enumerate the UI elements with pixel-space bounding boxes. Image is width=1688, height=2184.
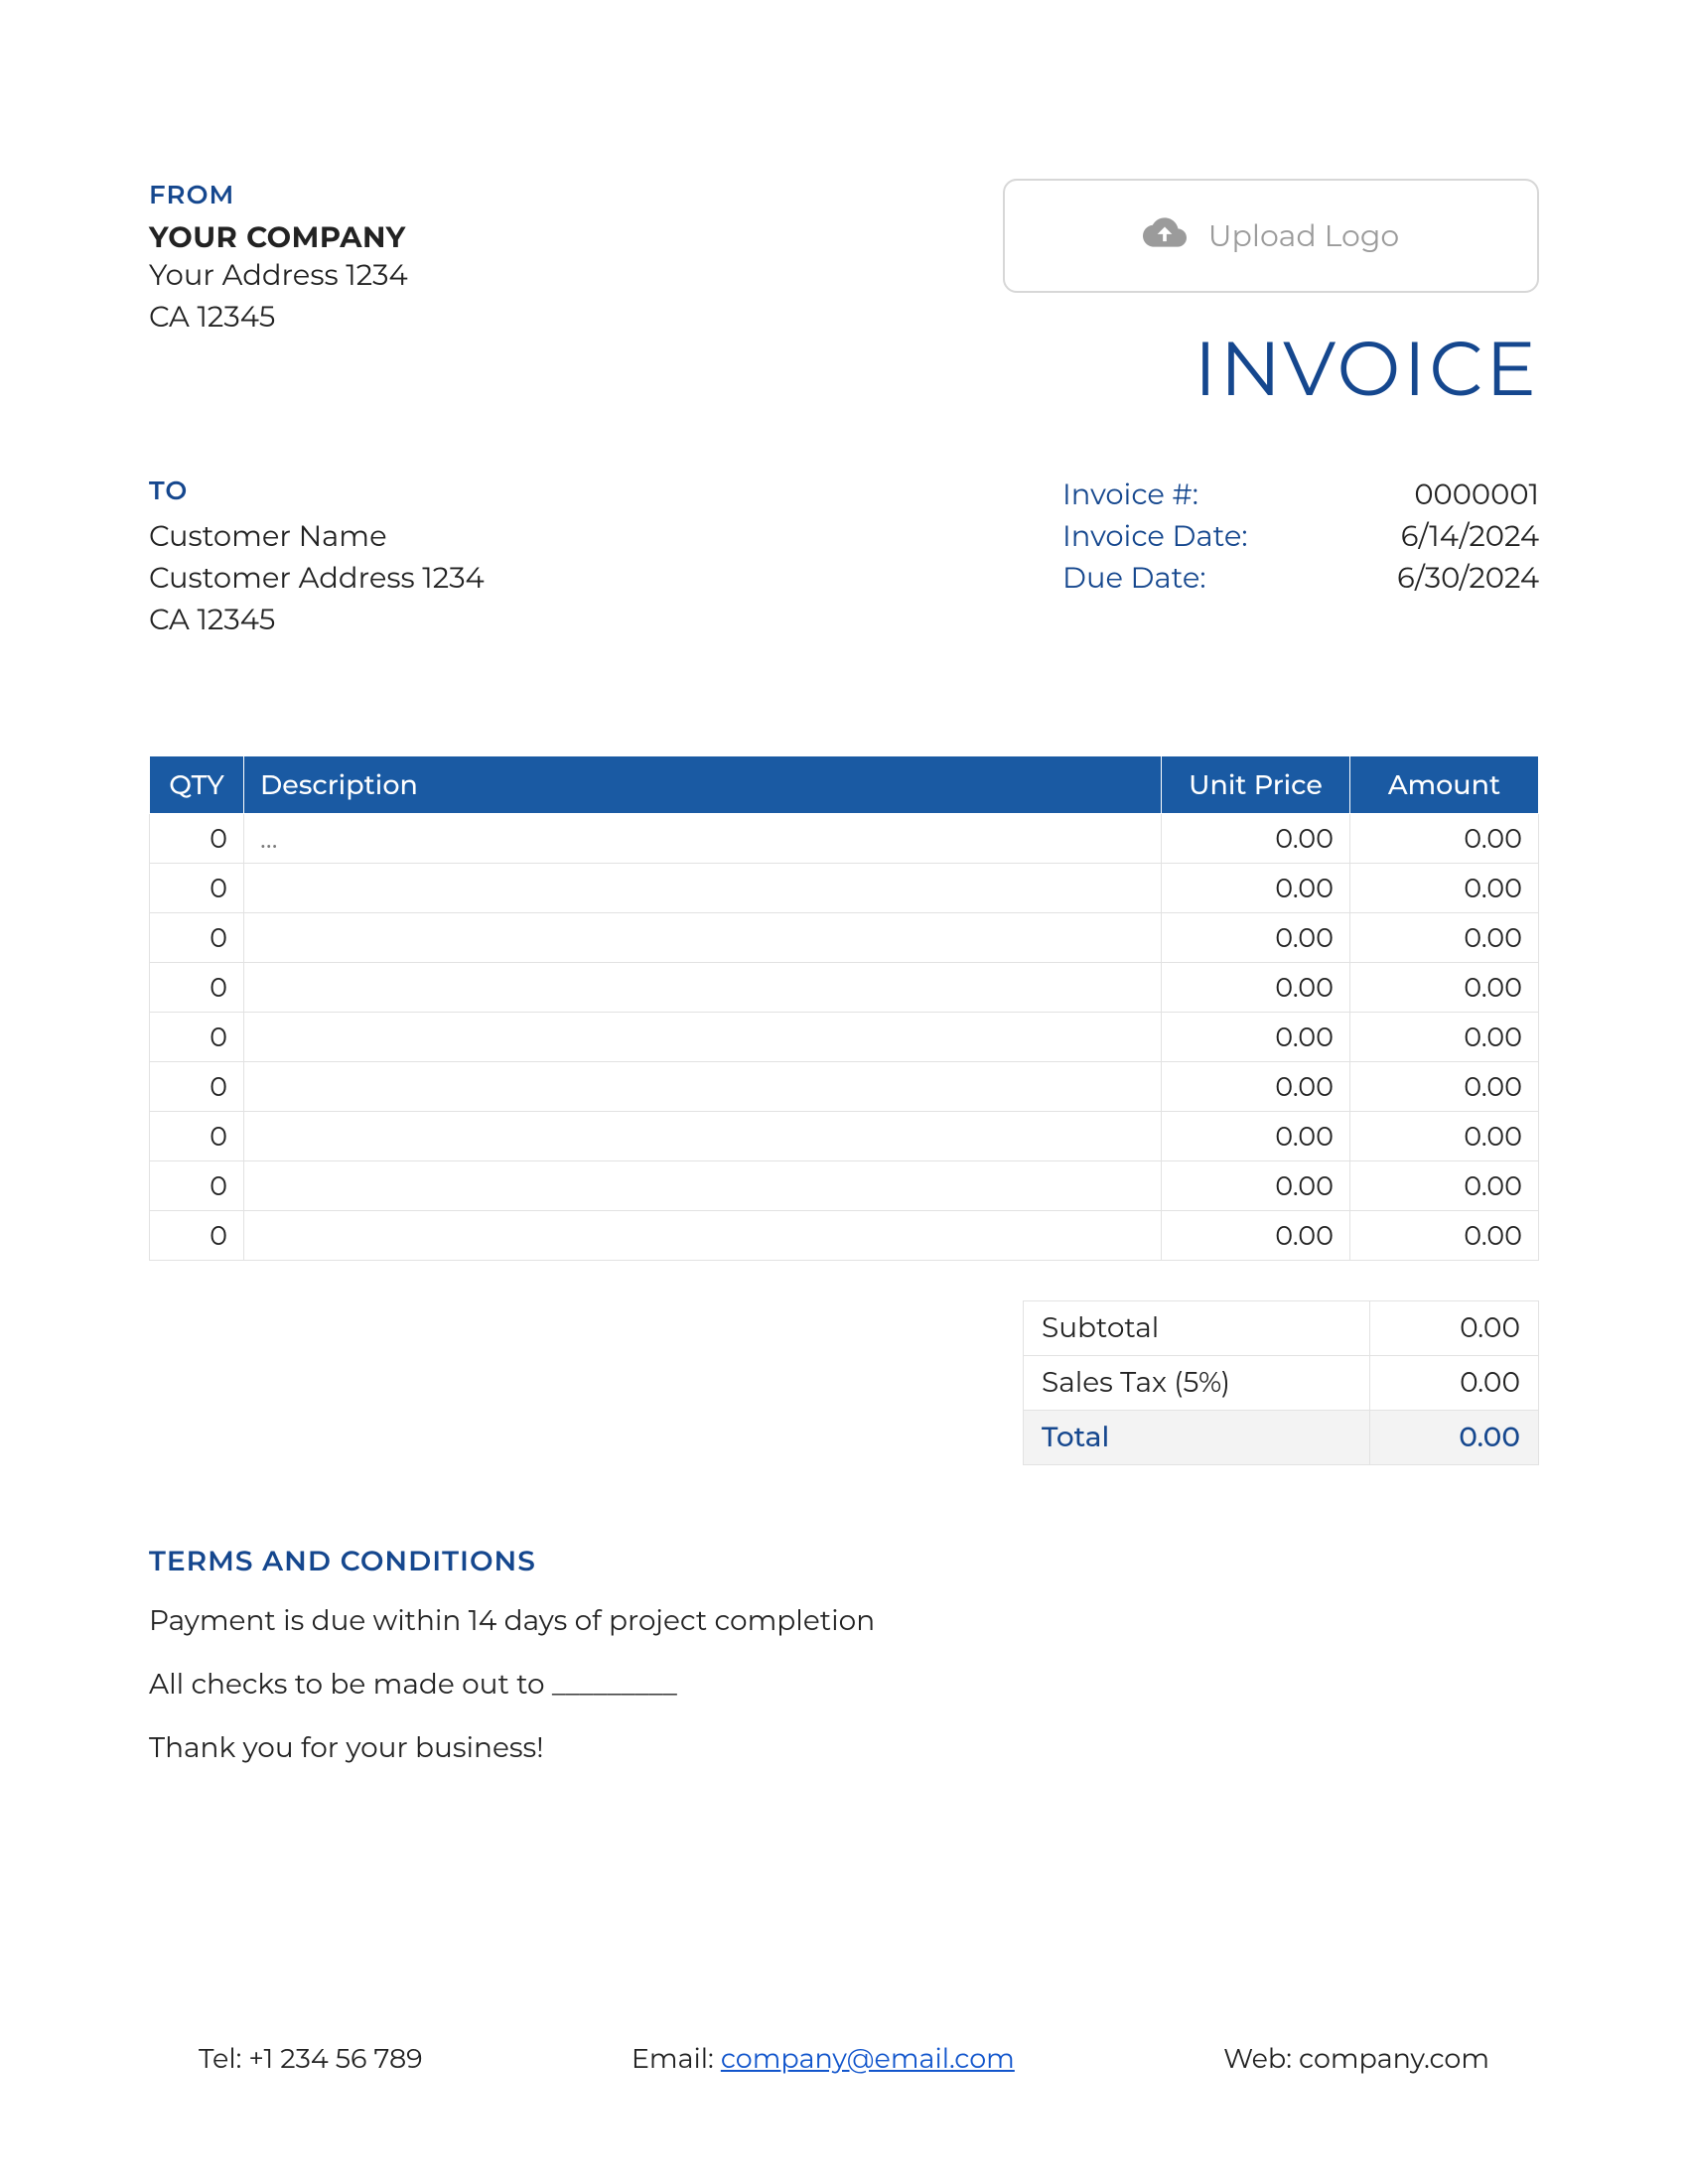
due-date-label: Due Date: — [1062, 558, 1206, 600]
col-header-amount: Amount — [1350, 756, 1539, 814]
cell-unit-price: 0.00 — [1162, 1112, 1350, 1161]
table-row: 0 0.000.00 — [150, 864, 1539, 913]
cell-description: … — [244, 814, 1162, 864]
terms-label: TERMS AND CONDITIONS — [149, 1545, 1539, 1578]
footer-email-label: Email: — [632, 2042, 721, 2075]
cell-description — [244, 1161, 1162, 1211]
cell-qty: 0 — [150, 1013, 244, 1062]
table-row: 0 0.000.00 — [150, 913, 1539, 963]
table-row: 0 0.000.00 — [150, 1161, 1539, 1211]
upload-logo-button[interactable]: Upload Logo — [1003, 179, 1539, 293]
table-row: 0…0.000.00 — [150, 814, 1539, 864]
from-company: YOUR COMPANY — [149, 220, 408, 255]
cell-description — [244, 1112, 1162, 1161]
col-header-unit-price: Unit Price — [1162, 756, 1350, 814]
from-address: Your Address 1234 — [149, 255, 408, 297]
cell-unit-price: 0.00 — [1162, 814, 1350, 864]
totals-table: Subtotal 0.00 Sales Tax (5%) 0.00 Total … — [1023, 1300, 1539, 1465]
due-date-value: 6/30/2024 — [1397, 558, 1539, 600]
invoice-meta: Invoice #: 0000001 Invoice Date: 6/14/20… — [1062, 475, 1539, 641]
from-label: FROM — [149, 179, 408, 210]
total-label: Total — [1024, 1411, 1370, 1465]
to-name: Customer Name — [149, 516, 485, 558]
table-row: 0 0.000.00 — [150, 1013, 1539, 1062]
footer-email: Email: company@email.com — [632, 2042, 1015, 2075]
table-row: 0 0.000.00 — [150, 1112, 1539, 1161]
terms-line-1: Payment is due within 14 days of project… — [149, 1600, 1539, 1642]
cell-qty: 0 — [150, 1062, 244, 1112]
cell-amount: 0.00 — [1350, 864, 1539, 913]
cell-amount: 0.00 — [1350, 963, 1539, 1013]
cell-description — [244, 963, 1162, 1013]
line-items-table: QTY Description Unit Price Amount 0…0.00… — [149, 755, 1539, 1261]
cell-unit-price: 0.00 — [1162, 1211, 1350, 1261]
invoice-number-value: 0000001 — [1414, 475, 1539, 516]
cell-qty: 0 — [150, 814, 244, 864]
terms-block: TERMS AND CONDITIONS Payment is due with… — [149, 1545, 1539, 1769]
cell-unit-price: 0.00 — [1162, 963, 1350, 1013]
cell-unit-price: 0.00 — [1162, 1062, 1350, 1112]
terms-line-3: Thank you for your business! — [149, 1727, 1539, 1769]
cell-unit-price: 0.00 — [1162, 1161, 1350, 1211]
to-address: Customer Address 1234 — [149, 558, 485, 600]
footer-tel: Tel: +1 234 56 789 — [199, 2042, 423, 2075]
cell-description — [244, 1013, 1162, 1062]
footer-email-link[interactable]: company@email.com — [721, 2042, 1015, 2075]
terms-line-2: All checks to be made out to _________ — [149, 1664, 1539, 1706]
table-row: 0 0.000.00 — [150, 1062, 1539, 1112]
cell-qty: 0 — [150, 1211, 244, 1261]
cell-qty: 0 — [150, 864, 244, 913]
invoice-date-value: 6/14/2024 — [1401, 516, 1539, 558]
to-city: CA 12345 — [149, 600, 485, 641]
footer-web-value: company.com — [1299, 2042, 1489, 2075]
footer: Tel: +1 234 56 789 Email: company@email.… — [149, 2042, 1539, 2075]
cell-amount: 0.00 — [1350, 913, 1539, 963]
to-label: TO — [149, 475, 485, 506]
cell-amount: 0.00 — [1350, 1013, 1539, 1062]
cell-qty: 0 — [150, 963, 244, 1013]
document-title: INVOICE — [1003, 323, 1539, 415]
cell-amount: 0.00 — [1350, 1161, 1539, 1211]
col-header-qty: QTY — [150, 756, 244, 814]
cell-description — [244, 913, 1162, 963]
cell-description — [244, 1211, 1162, 1261]
cell-unit-price: 0.00 — [1162, 864, 1350, 913]
subtotal-value: 0.00 — [1370, 1301, 1539, 1356]
invoice-number-label: Invoice #: — [1062, 475, 1198, 516]
from-block: FROM YOUR COMPANY Your Address 1234 CA 1… — [149, 179, 408, 339]
col-header-description: Description — [244, 756, 1162, 814]
table-row: 0 0.000.00 — [150, 1211, 1539, 1261]
cell-amount: 0.00 — [1350, 1062, 1539, 1112]
subtotal-label: Subtotal — [1024, 1301, 1370, 1356]
cell-qty: 0 — [150, 913, 244, 963]
total-value: 0.00 — [1370, 1411, 1539, 1465]
cell-description — [244, 864, 1162, 913]
cell-qty: 0 — [150, 1161, 244, 1211]
cell-amount: 0.00 — [1350, 814, 1539, 864]
cell-description — [244, 1062, 1162, 1112]
upload-logo-label: Upload Logo — [1208, 217, 1399, 254]
cell-amount: 0.00 — [1350, 1112, 1539, 1161]
tax-label: Sales Tax (5%) — [1024, 1356, 1370, 1411]
from-city: CA 12345 — [149, 297, 408, 339]
footer-tel-value: +1 234 56 789 — [248, 2042, 422, 2075]
cloud-upload-icon — [1143, 213, 1187, 259]
cell-unit-price: 0.00 — [1162, 913, 1350, 963]
footer-tel-label: Tel: — [199, 2042, 248, 2075]
footer-web-label: Web: — [1223, 2042, 1299, 2075]
to-block: TO Customer Name Customer Address 1234 C… — [149, 475, 485, 641]
footer-web: Web: company.com — [1223, 2042, 1489, 2075]
cell-unit-price: 0.00 — [1162, 1013, 1350, 1062]
cell-amount: 0.00 — [1350, 1211, 1539, 1261]
tax-value: 0.00 — [1370, 1356, 1539, 1411]
table-row: 0 0.000.00 — [150, 963, 1539, 1013]
invoice-date-label: Invoice Date: — [1062, 516, 1247, 558]
cell-qty: 0 — [150, 1112, 244, 1161]
